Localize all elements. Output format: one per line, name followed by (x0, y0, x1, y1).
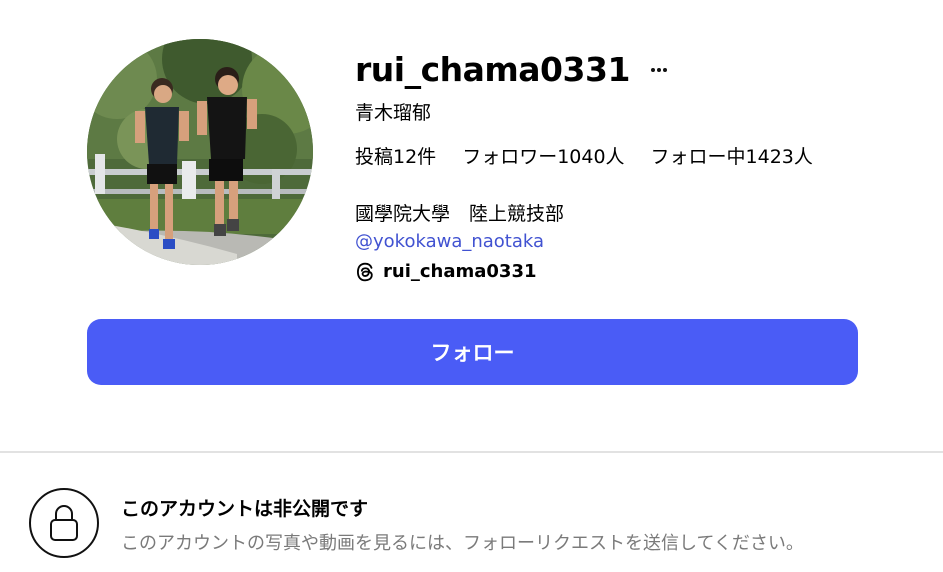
following-count[interactable]: フォロー中1423人 (651, 144, 813, 170)
followers-count[interactable]: フォロワー1040人 (462, 144, 624, 170)
profile-username: rui_chama0331 (355, 50, 630, 89)
profile-bio: 國學院大學 陸上競技部 (355, 203, 565, 225)
threads-icon (355, 262, 375, 282)
profile-info: rui_chama0331 青木瑠郁 投稿12件 フォロワー1040人 フォロー… (355, 48, 915, 282)
profile-full-name: 青木瑠郁 (355, 102, 432, 124)
profile-avatar[interactable] (87, 39, 313, 265)
lock-icon (29, 488, 99, 558)
private-account-title: このアカウントは非公開です (121, 498, 369, 520)
username-row: rui_chama0331 (355, 48, 915, 92)
profile-page: rui_chama0331 青木瑠郁 投稿12件 フォロワー1040人 フォロー… (0, 0, 943, 572)
threads-handle: rui_chama0331 (383, 261, 537, 282)
private-account-description: このアカウントの写真や動画を見るには、フォローリクエストを送信してください。 (121, 533, 804, 554)
profile-stats: 投稿12件 フォロワー1040人 フォロー中1423人 (355, 144, 839, 170)
bio-mention-link[interactable]: @yokokawa_naotaka (355, 229, 544, 255)
follow-button[interactable]: フォロー (87, 319, 858, 385)
section-divider (0, 451, 943, 453)
more-horizontal-icon[interactable] (648, 59, 670, 81)
threads-link[interactable]: rui_chama0331 (355, 259, 537, 285)
posts-count: 投稿12件 (355, 146, 437, 168)
